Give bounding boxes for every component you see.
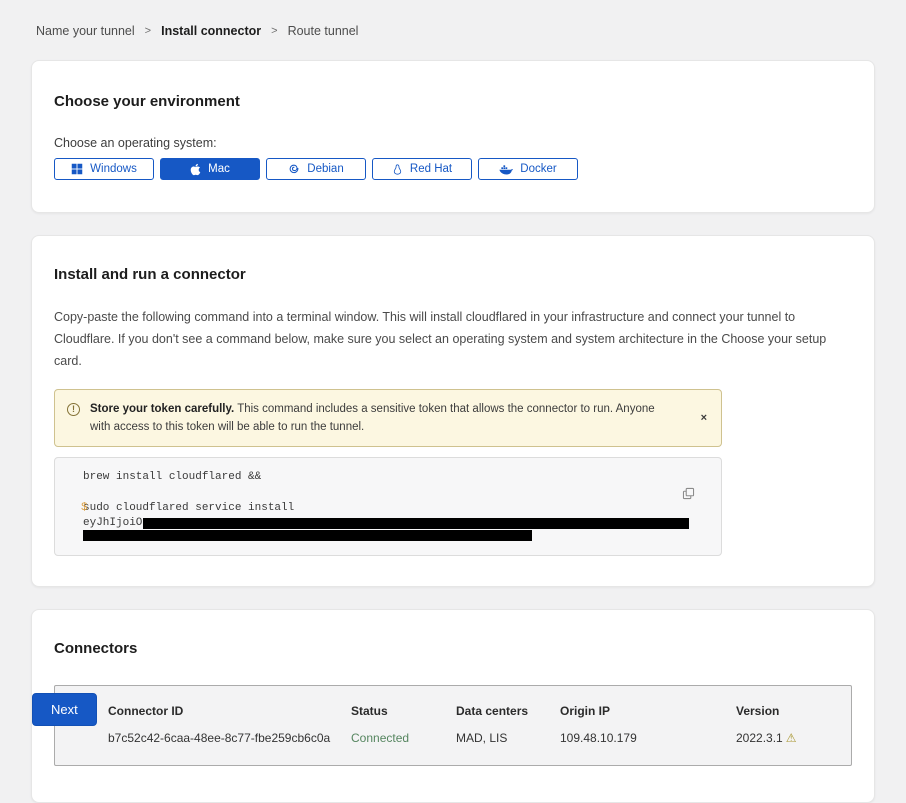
connectors-card: Connectors Connector ID Status Data cent… — [31, 609, 875, 803]
breadcrumb-separator: > — [145, 25, 151, 37]
windows-icon — [71, 163, 83, 175]
token-warning-banner: ! Store your token carefully. This comma… — [54, 389, 722, 448]
code-line-token: eyJhIjoiO — [68, 518, 707, 529]
install-connector-description: Copy-paste the following command into a … — [54, 307, 852, 373]
docker-icon — [499, 164, 513, 175]
connectors-title: Connectors — [54, 640, 852, 657]
install-connector-card: Install and run a connector Copy-paste t… — [31, 235, 875, 587]
os-button-redhat[interactable]: Red Hat — [372, 158, 472, 180]
token-redaction-bar — [83, 530, 532, 541]
breadcrumb-name-your-tunnel[interactable]: Name your tunnel — [36, 24, 135, 38]
os-button-label: Mac — [208, 163, 230, 175]
breadcrumb: Name your tunnel > Install connector > R… — [0, 0, 906, 38]
os-button-debian[interactable]: Debian — [266, 158, 366, 180]
code-row-sudo: $ sudo cloudflared service install — [68, 503, 707, 514]
token-redaction-bar — [143, 518, 689, 529]
token-prefix: eyJhIjoiO — [83, 518, 142, 529]
os-button-label: Red Hat — [410, 163, 452, 175]
code-line-sudo: sudo cloudflared service install — [68, 503, 707, 514]
connector-id-value: b7c52c42-6caa-48ee-8c77-fbe259cb6c0a — [108, 731, 351, 745]
os-select-label: Choose an operating system: — [54, 136, 852, 150]
install-command-codeblock: brew install cloudflared && $ sudo cloud… — [54, 457, 722, 556]
os-button-label: Docker — [520, 163, 556, 175]
breadcrumb-separator: > — [271, 25, 277, 37]
choose-environment-card: Choose your environment Choose an operat… — [31, 60, 875, 213]
column-header-data-centers: Data centers — [456, 704, 560, 718]
os-button-group: Windows Mac Debian Red Hat — [54, 158, 852, 180]
os-button-docker[interactable]: Docker — [478, 158, 578, 180]
os-button-label: Windows — [90, 163, 137, 175]
apple-icon — [190, 163, 201, 176]
os-button-label: Debian — [307, 163, 343, 175]
column-header-version: Version — [736, 704, 851, 718]
os-button-mac[interactable]: Mac — [160, 158, 260, 180]
next-button[interactable]: Next — [32, 693, 97, 726]
connectors-table: Connector ID Status Data centers Origin … — [54, 685, 852, 766]
column-header-origin-ip: Origin IP — [560, 704, 736, 718]
connector-version-cell: 2022.3.1⚠ — [736, 731, 851, 745]
connector-version-value: 2022.3.1 — [736, 731, 783, 745]
code-line-brew: brew install cloudflared && — [68, 472, 707, 483]
breadcrumb-install-connector[interactable]: Install connector — [161, 24, 261, 38]
version-warning-icon: ⚠ — [786, 731, 797, 745]
choose-environment-title: Choose your environment — [54, 93, 852, 110]
connector-origin-ip-value: 109.48.10.179 — [560, 731, 736, 745]
debian-icon — [288, 163, 300, 175]
copy-icon[interactable] — [682, 487, 695, 503]
tunnel-setup-page: Name your tunnel > Install connector > R… — [0, 0, 906, 740]
os-button-windows[interactable]: Windows — [54, 158, 154, 180]
shell-prompt: $ — [81, 503, 88, 514]
alert-circle-icon: ! — [67, 403, 80, 416]
token-warning-title: Store your token carefully. — [90, 403, 234, 415]
connector-status-value: Connected — [351, 731, 456, 745]
token-warning-text: Store your token carefully. This command… — [90, 400, 670, 437]
column-header-connector-id: Connector ID — [108, 704, 351, 718]
column-header-status: Status — [351, 704, 456, 718]
connector-data-centers-value: MAD, LIS — [456, 731, 560, 745]
close-icon[interactable]: × — [701, 412, 707, 424]
install-connector-title: Install and run a connector — [54, 266, 852, 283]
redhat-icon — [392, 163, 403, 176]
breadcrumb-route-tunnel[interactable]: Route tunnel — [288, 24, 359, 38]
